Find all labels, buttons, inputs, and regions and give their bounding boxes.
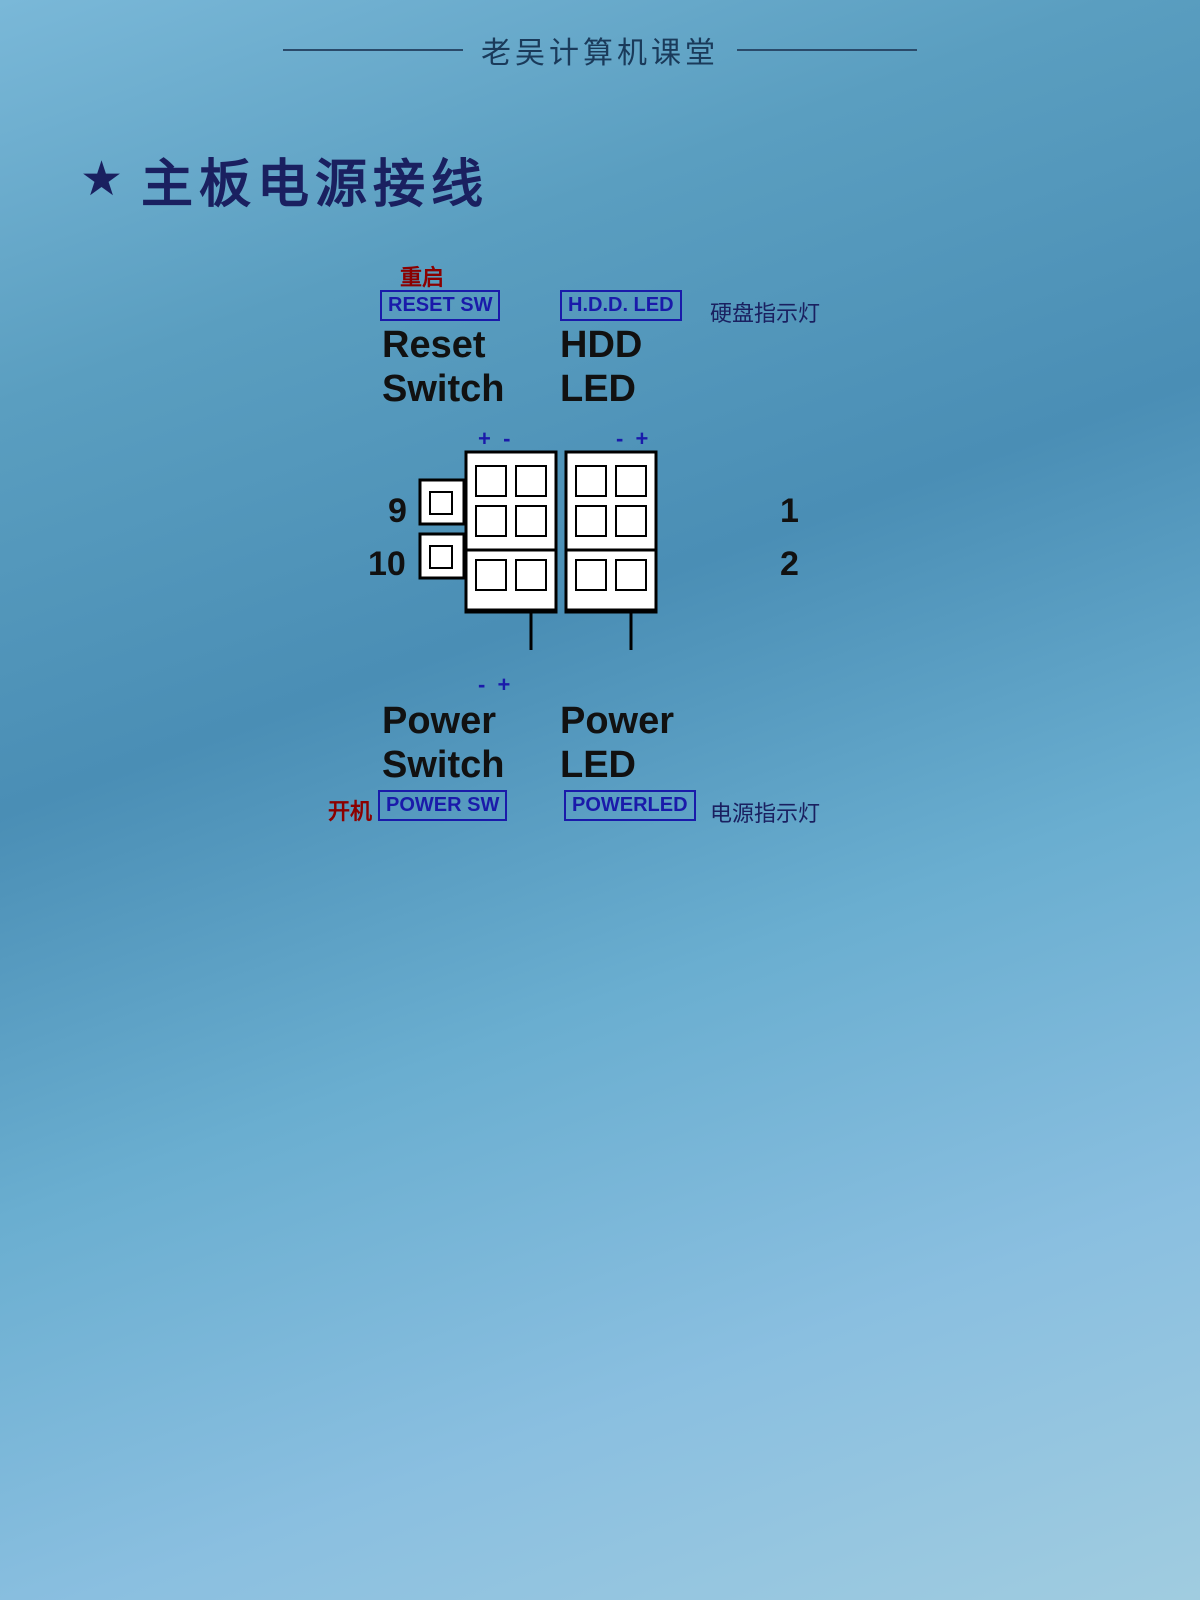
label-dianyuan: 电源指示灯	[710, 796, 820, 828]
plus-minus-top-right: - +	[616, 426, 648, 452]
label-kaiji: 开机	[328, 794, 372, 826]
label-chongqi: 重启	[400, 260, 444, 292]
star-icon: ★	[80, 156, 123, 204]
diagram-area: 重启 RESET SW H.D.D. LED 硬盘指示灯 Reset Switc…	[320, 260, 880, 860]
text-hdd: HDD LED	[560, 324, 642, 411]
text-reset: Reset Switch	[382, 324, 504, 411]
header-line-right	[737, 49, 917, 51]
minus-plus-bottom: - +	[478, 672, 510, 698]
plus-minus-top-left: + -	[478, 426, 510, 452]
connector-svg	[418, 450, 798, 730]
label-reset-sw: RESET SW	[380, 290, 500, 321]
text-power-led: Power LED	[560, 700, 674, 787]
num-10: 10	[368, 545, 406, 584]
label-powerled: POWERLED	[564, 790, 696, 821]
label-power-sw: POWER SW	[378, 790, 507, 821]
label-hdd-led: H.D.D. LED	[560, 290, 682, 321]
label-yingpan: 硬盘指示灯	[710, 296, 820, 328]
header-bar: 老吴计算机课堂	[0, 0, 1200, 82]
num-9: 9	[388, 492, 407, 531]
header-line-left	[283, 49, 463, 51]
connector-diagram: 重启 RESET SW H.D.D. LED 硬盘指示灯 Reset Switc…	[320, 260, 880, 860]
text-power-switch: Power Switch	[382, 700, 504, 787]
header-title: 老吴计算机课堂	[463, 28, 737, 72]
page-title-area: ★ 主板电源接线	[0, 82, 1200, 217]
page-title: 主板电源接线	[141, 142, 489, 217]
